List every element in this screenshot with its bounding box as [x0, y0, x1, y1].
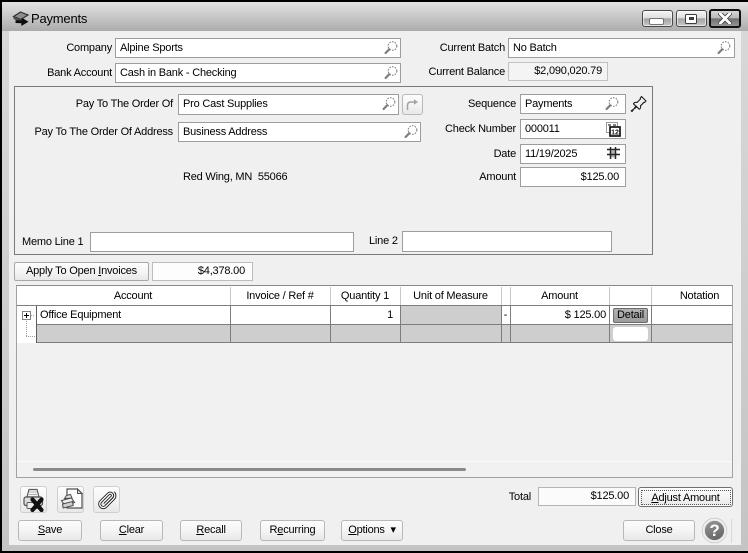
svg-text:12: 12 — [611, 129, 619, 136]
svg-text:?: ? — [709, 521, 719, 540]
